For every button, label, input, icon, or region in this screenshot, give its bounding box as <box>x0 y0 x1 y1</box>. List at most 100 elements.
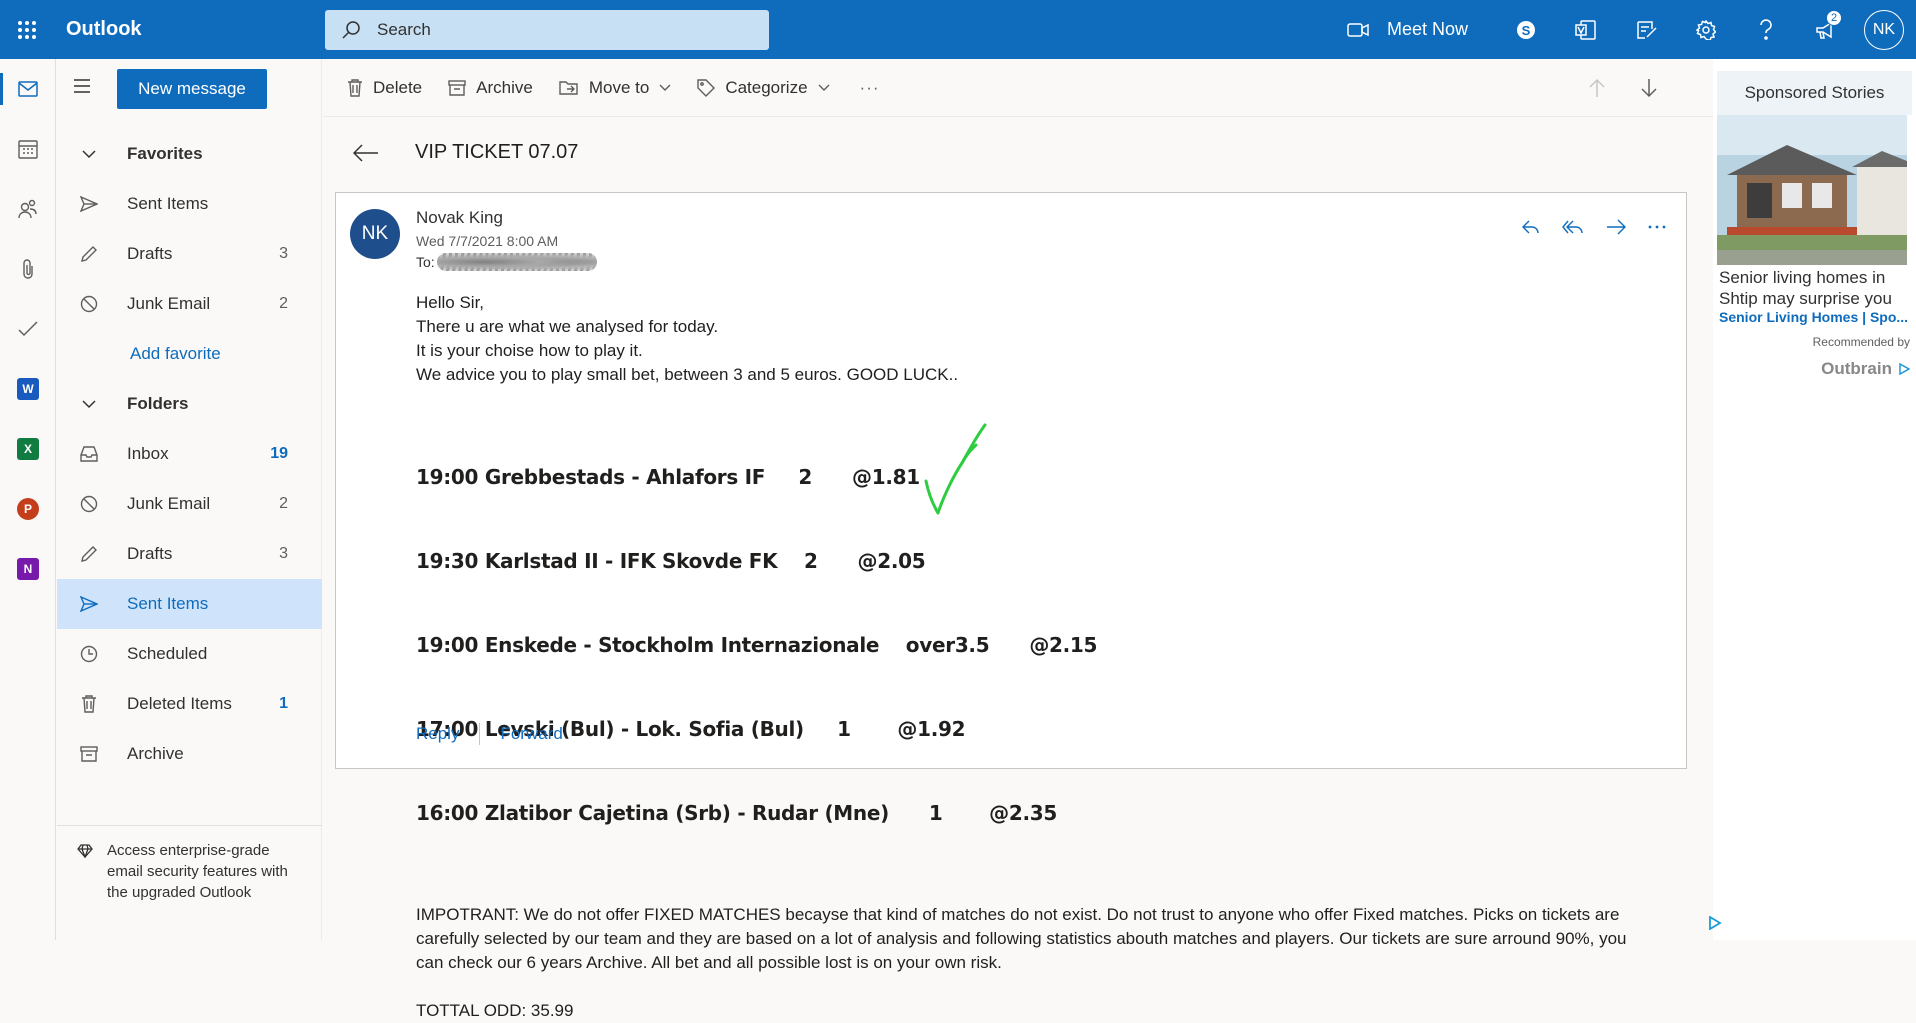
recipient-line: To: <box>416 253 597 271</box>
ad-header: Sponsored Stories <box>1717 71 1912 115</box>
unread-count: 1 <box>279 695 288 712</box>
skype-icon[interactable]: S <box>1496 0 1556 59</box>
my-day-icon[interactable] <box>1556 0 1616 59</box>
sponsored-story[interactable]: Sponsored Stories Senior living homes in… <box>1717 71 1912 363</box>
todo-check-icon[interactable] <box>0 299 56 359</box>
unread-count: 3 <box>279 245 288 262</box>
pick-line: 16:00 Zlatibor Cajetina (Srb) - Rudar (M… <box>416 801 1058 825</box>
folder-scheduled[interactable]: Scheduled <box>57 629 322 679</box>
delete-label: Delete <box>373 77 423 97</box>
attachment-icon[interactable] <box>0 239 56 299</box>
reply-icon[interactable] <box>1522 219 1540 235</box>
ad-source[interactable]: Senior Living Homes | Spo... <box>1717 309 1912 325</box>
onenote-icon[interactable]: N <box>0 539 56 599</box>
favorites-header[interactable]: Favorites <box>57 129 322 179</box>
block-icon <box>79 295 99 313</box>
folders-label: Folders <box>127 394 189 413</box>
favorites-label: Favorites <box>127 144 203 163</box>
app-title[interactable]: Outlook <box>66 18 325 41</box>
more-options-icon[interactable] <box>1648 225 1666 229</box>
folder-label: Sent Items <box>127 594 209 613</box>
ad-headline[interactable]: Senior living homes in Shtip may surpris… <box>1717 265 1912 309</box>
calendar-icon[interactable] <box>0 119 56 179</box>
diamond-icon <box>77 844 93 858</box>
notification-badge: 2 <box>1826 10 1842 26</box>
archive-button[interactable]: Archive <box>448 78 533 98</box>
body-line: We advice you to play small bet, between… <box>416 365 959 384</box>
pick-line: 19:00 Grebbestads - Ahlafors IF 2 @1.81 <box>416 465 920 489</box>
search-input[interactable]: Search <box>325 9 769 50</box>
chevron-down-icon <box>659 84 671 91</box>
folder-label: Archive <box>127 744 184 763</box>
powerpoint-icon[interactable]: P <box>0 479 56 539</box>
favorite-sent-items[interactable]: Sent Items <box>57 179 322 229</box>
pick-line: 19:00 Enskede - Stockholm Internazionale… <box>416 633 1098 657</box>
move-to-button[interactable]: Move to <box>559 78 671 98</box>
upgrade-promo[interactable]: Access enterprise-grade email security f… <box>57 825 322 940</box>
forward-link[interactable]: Forward <box>500 724 562 744</box>
tag-icon <box>697 78 716 97</box>
adchoices-icon <box>1899 363 1910 375</box>
folder-junk-email[interactable]: Junk Email 2 <box>57 479 322 529</box>
help-icon[interactable] <box>1736 0 1796 59</box>
outbrain-logo[interactable]: Outbrain <box>1821 359 1910 379</box>
delete-button[interactable]: Delete <box>347 78 422 98</box>
send-icon <box>79 596 99 612</box>
app-launcher-icon[interactable] <box>0 0 54 59</box>
sender-name[interactable]: Novak King <box>416 208 503 228</box>
add-favorite-link[interactable]: Add favorite <box>57 329 322 379</box>
unread-count: 19 <box>270 445 288 462</box>
video-camera-icon <box>1347 22 1387 38</box>
folders-header[interactable]: Folders <box>57 379 322 429</box>
mail-icon[interactable] <box>0 59 56 119</box>
archive-icon <box>448 79 466 96</box>
archive-label: Archive <box>476 77 533 97</box>
folder-inbox[interactable]: Inbox 19 <box>57 429 322 479</box>
account-avatar[interactable]: NK <box>1864 9 1904 50</box>
hamburger-menu-icon[interactable] <box>73 79 91 93</box>
settings-gear-icon[interactable] <box>1676 0 1736 59</box>
meet-now-button[interactable]: Meet Now <box>1347 19 1468 40</box>
trash-icon <box>348 78 362 97</box>
move-to-label: Move to <box>588 77 650 97</box>
sender-avatar[interactable]: NK <box>350 209 400 259</box>
to-do-icon[interactable] <box>1616 0 1676 59</box>
disclaimer-paragraph: IMPOTRANT: We do not offer FIXED MATCHES… <box>416 905 1627 972</box>
excel-icon[interactable]: X <box>0 419 56 479</box>
folder-sent-items[interactable]: Sent Items <box>57 579 322 629</box>
divider <box>479 723 481 745</box>
people-icon[interactable] <box>0 179 56 239</box>
folder-label: Scheduled <box>127 644 208 663</box>
more-actions-button[interactable]: ··· <box>860 78 880 98</box>
favorite-junk-email[interactable]: Junk Email 2 <box>57 279 322 329</box>
categorize-button[interactable]: Categorize <box>697 77 830 98</box>
search-icon <box>341 20 377 40</box>
folder-label: Deleted Items <box>127 694 232 713</box>
favorite-drafts[interactable]: Drafts 3 <box>57 229 322 279</box>
back-arrow-icon[interactable] <box>353 143 415 162</box>
categorize-label: Categorize <box>725 77 808 97</box>
folder-drafts[interactable]: Drafts 3 <box>57 529 322 579</box>
ad-image[interactable] <box>1717 115 1907 265</box>
pick-line: 17:00 Levski (Bul) - Lok. Sofia (Bul) 1 … <box>416 717 966 741</box>
message-body: Hello Sir, There u are what we analysed … <box>416 291 1646 1023</box>
command-bar: Delete Archive Move to Categorize ··· <box>323 59 1713 117</box>
new-message-button[interactable]: New message <box>117 69 267 109</box>
previous-message-arrow-up-icon[interactable] <box>1589 78 1605 98</box>
next-message-arrow-down-icon[interactable] <box>1641 78 1657 98</box>
adchoices-icon[interactable] <box>1708 916 1722 930</box>
whats-new-icon[interactable]: 2 <box>1796 0 1856 59</box>
forward-icon[interactable] <box>1606 219 1626 235</box>
green-checkmark-icon <box>916 413 996 523</box>
folder-deleted-items[interactable]: Deleted Items 1 <box>57 679 322 729</box>
reply-all-icon[interactable] <box>1562 219 1584 235</box>
recommended-by-label: Recommended by <box>1812 335 1910 349</box>
reply-link[interactable]: Reply <box>416 724 459 744</box>
ad-pane: Sponsored Stories Senior living homes in… <box>1713 59 1916 940</box>
pick-line: 19:30 Karlstad II - IFK Skovde FK 2 @2.0… <box>416 549 926 573</box>
inbox-icon <box>79 446 99 462</box>
message-subject: VIP TICKET 07.07 <box>415 141 579 163</box>
word-icon[interactable]: W <box>0 359 56 419</box>
folder-move-icon <box>559 80 578 95</box>
folder-archive[interactable]: Archive <box>57 729 322 779</box>
